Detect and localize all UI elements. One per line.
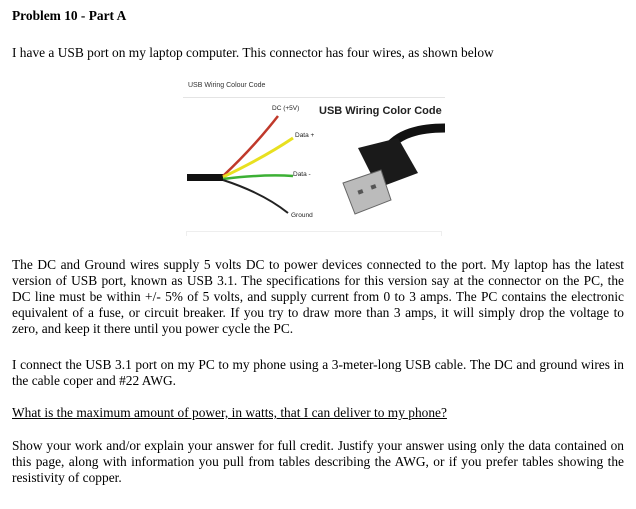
paragraph-specs: The DC and Ground wires supply 5 volts D…	[12, 257, 624, 336]
question-text: What is the maximum amount of power, in …	[12, 405, 624, 421]
wire-label-data-minus: Data -	[293, 171, 311, 178]
paragraph-setup: I connect the USB 3.1 port on my PC to m…	[12, 357, 624, 388]
wire-label-dc: DC (+5V)	[272, 105, 300, 112]
wire-label-ground: Ground	[291, 212, 313, 219]
paragraph-instructions: Show your work and/or explain your answe…	[12, 438, 624, 485]
question: What is the maximum amount of power, in …	[12, 405, 447, 420]
wire-label-data-plus: Data +	[295, 132, 315, 139]
usb-cable-illustration	[187, 115, 445, 215]
figure-frame	[186, 231, 442, 236]
problem-title: Problem 10 - Part A	[12, 8, 127, 23]
document-page: Problem 10 - Part A I have a USB port on…	[0, 0, 636, 509]
usb-wiring-figure: USB Wiring Colour Code USB Wiring Color …	[183, 78, 445, 236]
intro-text: I have a USB port on my laptop computer.…	[12, 45, 494, 60]
